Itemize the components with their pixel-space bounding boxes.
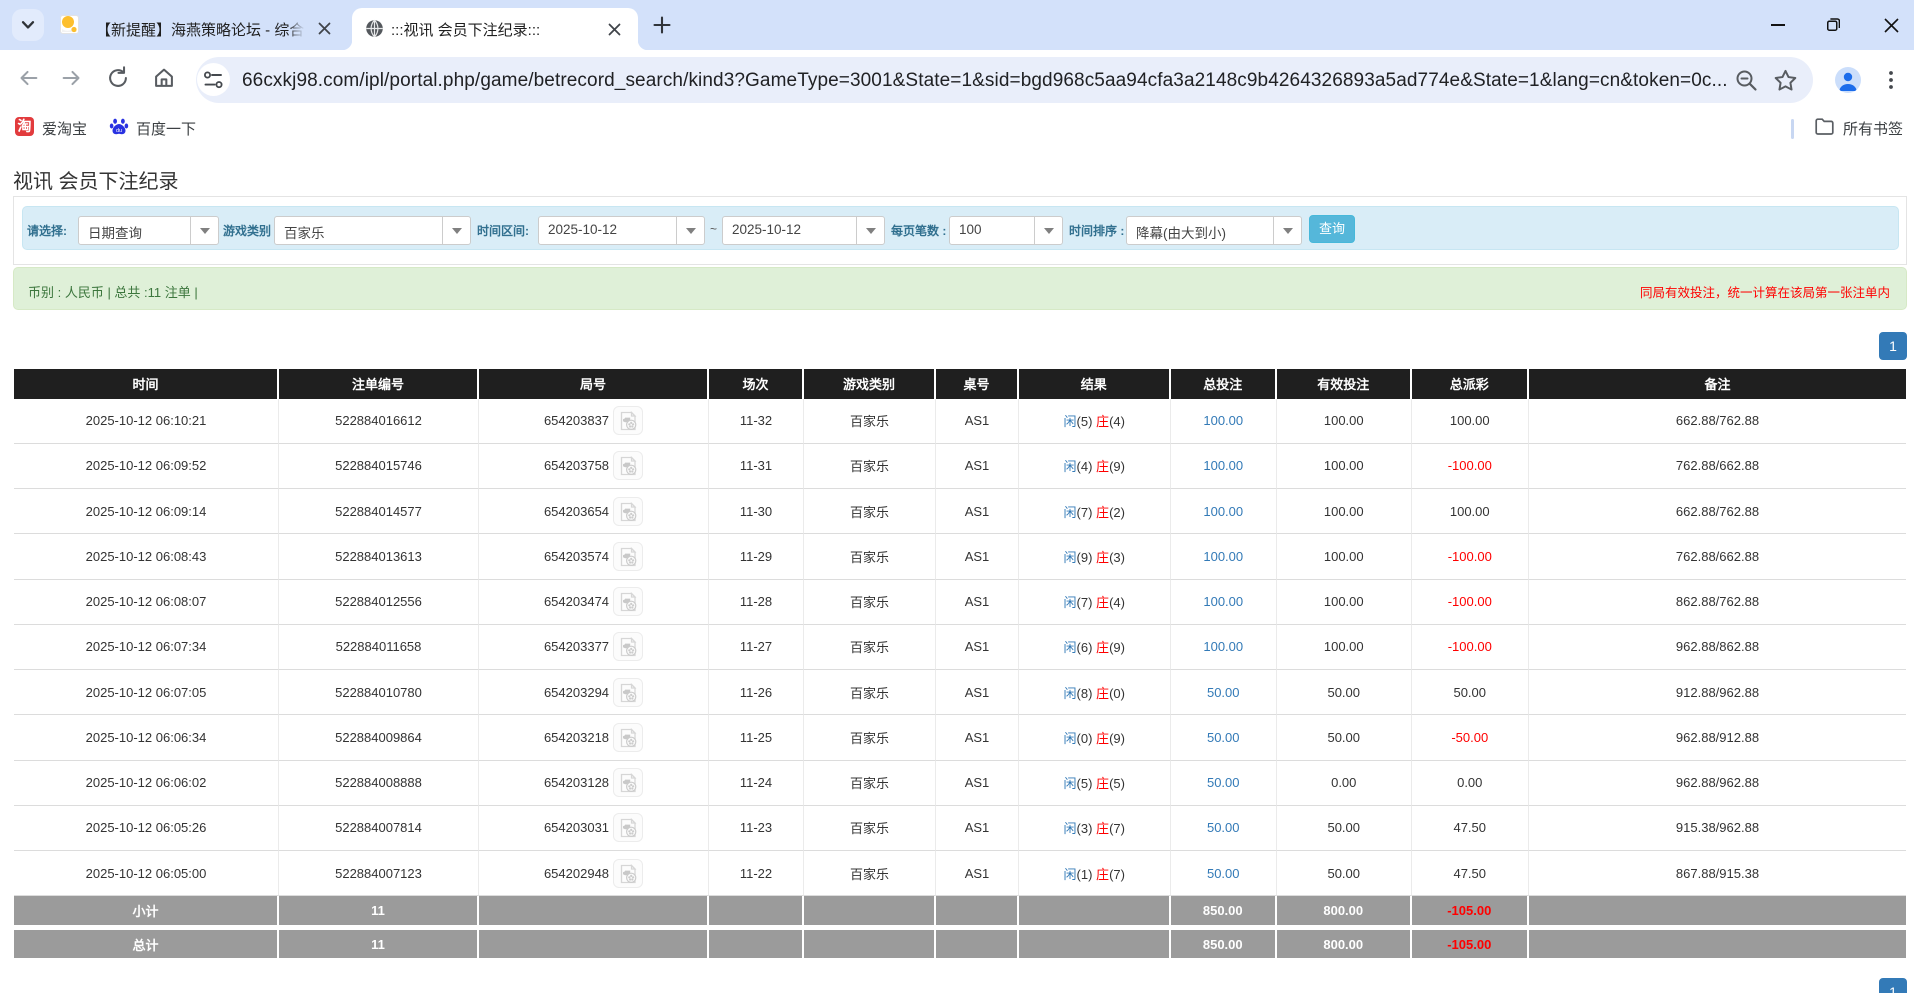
svg-text:du: du bbox=[116, 128, 122, 134]
